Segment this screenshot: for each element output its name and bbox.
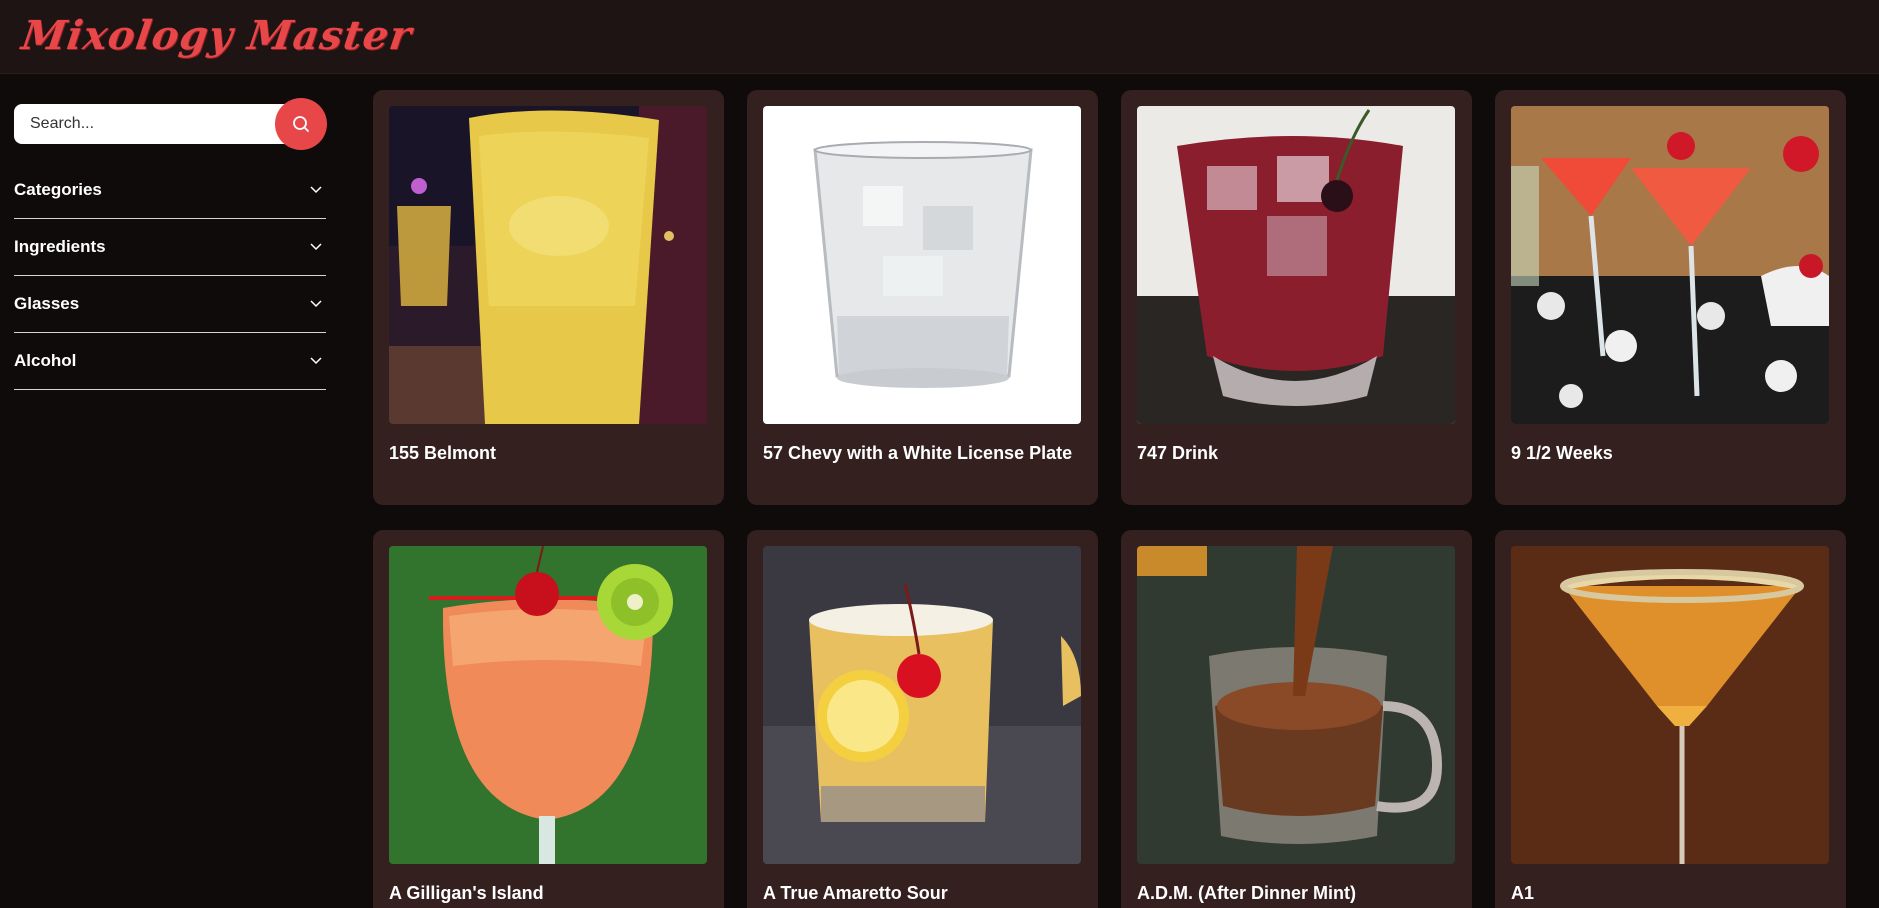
search-icon: [293, 116, 309, 132]
drink-image: [389, 106, 707, 424]
drink-name: 747 Drink: [1137, 443, 1219, 463]
drink-image: [1137, 106, 1455, 424]
filter-glasses[interactable]: Glasses: [14, 276, 326, 333]
filter-ingredients[interactable]: Ingredients: [14, 219, 326, 276]
drink-card[interactable]: 9 1/2 Weeks: [1495, 90, 1846, 505]
sidebar: Categories Ingredients Glasses Alcohol: [14, 98, 327, 390]
drink-card[interactable]: 747 Drink: [1121, 90, 1472, 505]
filter-label: Alcohol: [14, 351, 77, 370]
drink-image: [1137, 546, 1455, 864]
drink-card[interactable]: 155 Belmont: [373, 90, 724, 505]
app-logo[interactable]: Mixology Master: [19, 12, 415, 59]
filter-label: Categories: [14, 180, 102, 199]
drink-card[interactable]: A.D.M. (After Dinner Mint): [1121, 530, 1472, 908]
drink-card[interactable]: A True Amaretto Sour: [747, 530, 1098, 908]
filter-label: Glasses: [14, 294, 80, 313]
drink-image: [389, 546, 707, 864]
drink-name: A1: [1511, 883, 1535, 903]
drink-image: [763, 546, 1081, 864]
chevron-down-icon: [310, 186, 322, 194]
drink-name: A.D.M. (After Dinner Mint): [1137, 883, 1356, 903]
filter-list: Categories Ingredients Glasses Alcohol: [14, 162, 326, 390]
search-input[interactable]: [14, 104, 304, 144]
filter-alcohol[interactable]: Alcohol: [14, 333, 326, 390]
search-button[interactable]: [275, 98, 327, 150]
chevron-down-icon: [310, 243, 322, 251]
drink-image: [1511, 106, 1829, 424]
chevron-down-icon: [310, 357, 322, 365]
drink-card[interactable]: A Gilligan's Island: [373, 530, 724, 908]
filter-label: Ingredients: [14, 237, 106, 256]
filter-categories[interactable]: Categories: [14, 162, 326, 219]
drink-image: [763, 106, 1081, 424]
drink-card[interactable]: A1: [1495, 530, 1846, 908]
top-bar: Mixology Master: [0, 0, 1879, 74]
drink-card[interactable]: 57 Chevy with a White License Plate: [747, 90, 1098, 505]
search-bar: [14, 98, 327, 150]
drink-name: A Gilligan's Island: [389, 883, 544, 903]
drink-name: 9 1/2 Weeks: [1511, 443, 1613, 463]
drink-name: 155 Belmont: [389, 443, 497, 463]
drink-image: [1511, 546, 1829, 864]
drink-name: A True Amaretto Sour: [763, 883, 948, 903]
chevron-down-icon: [310, 300, 322, 308]
drink-name: 57 Chevy with a White License Plate: [763, 443, 1073, 463]
